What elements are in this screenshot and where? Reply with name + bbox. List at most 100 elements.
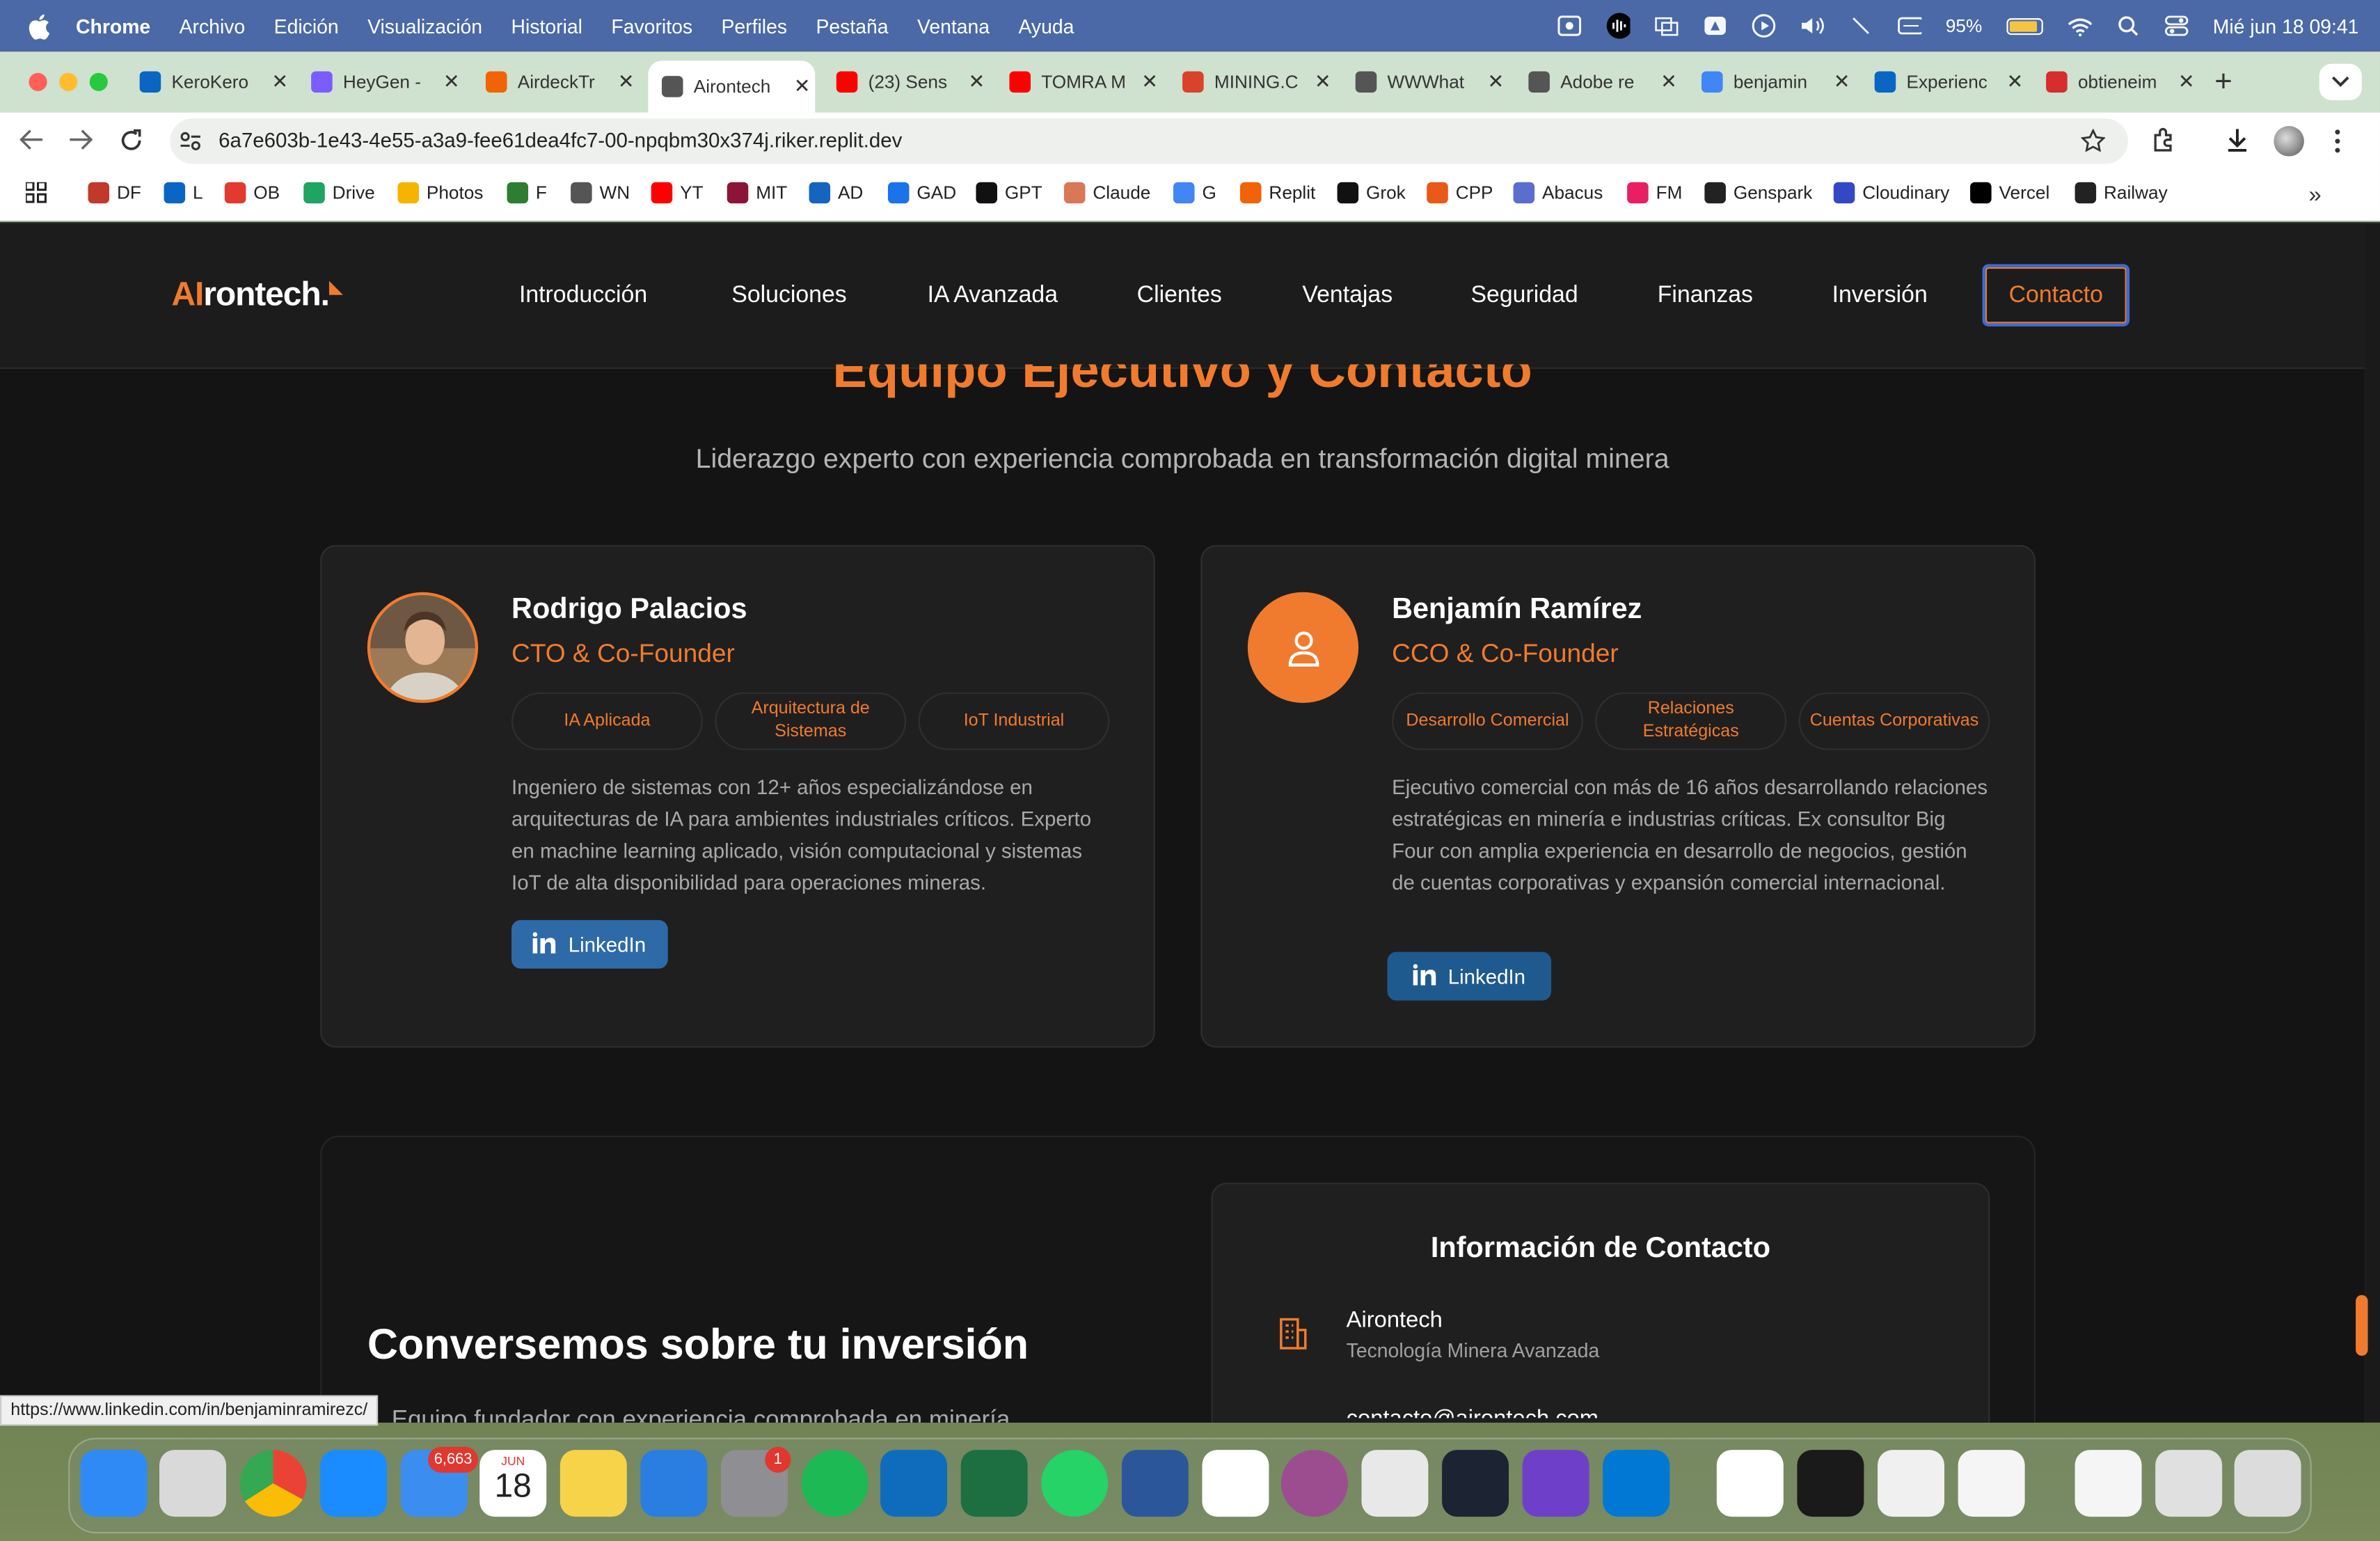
close-tab-icon[interactable]: ✕ [1834,70,1850,94]
bluetooth-off-icon[interactable] [1848,15,1873,37]
menu-edicion[interactable]: Edición [274,15,339,38]
screen-share-icon[interactable] [1557,15,1581,37]
tab-search-button[interactable] [2319,63,2362,100]
screenshot-icon[interactable] [2155,1450,2223,1517]
bookmark-ad[interactable]: AD [809,182,863,204]
calendar-icon[interactable]: JUN 18 [479,1450,547,1517]
tab-benjamin[interactable]: benjamin ✕ [1701,61,1850,103]
nav-seguridad[interactable]: Seguridad [1471,283,1578,310]
page-scrollbar[interactable] [2365,223,2380,1423]
bookmark-ob[interactable]: OB [224,182,280,204]
trash-icon[interactable] [2234,1450,2301,1517]
nav-ia-avanzada[interactable]: IA Avanzada [928,283,1058,310]
finder-icon[interactable] [80,1450,148,1517]
bookmark-gad[interactable]: GAD [887,182,956,204]
close-tab-icon[interactable]: ✕ [1660,70,1677,94]
webex-icon[interactable] [1797,1450,1864,1517]
tab-wwwhat[interactable]: WWWhat ✕ [1355,61,1504,103]
bookmark-f[interactable]: F [507,182,547,204]
tab-kerokero[interactable]: KeroKero ✕ [139,61,288,103]
nav-introduccion[interactable]: Introducción [519,283,647,310]
apps-grid-icon[interactable] [24,181,47,211]
menu-favoritos[interactable]: Favoritos [611,15,692,38]
textedit-icon[interactable] [1958,1450,2025,1517]
nav-finanzas[interactable]: Finanzas [1658,283,1753,310]
menu-historial[interactable]: Historial [511,15,582,38]
wifi-icon[interactable] [2067,15,2092,37]
profile-avatar[interactable] [2274,126,2304,157]
nav-ventajas[interactable]: Ventajas [1302,283,1393,310]
apple-icon[interactable] [26,13,51,39]
menu-app-name[interactable]: Chrome [76,15,150,38]
iphone-mirroring-icon[interactable] [1361,1450,1429,1517]
tab-obtieneim[interactable]: obtieneim ✕ [2046,61,2195,103]
chrome-menu-icon[interactable] [2333,129,2342,161]
menu-visualizacion[interactable]: Visualización [367,15,482,38]
tab-mining-c[interactable]: MINING.C ✕ [1182,61,1331,103]
replit-icon[interactable] [1442,1450,1509,1517]
site-logo[interactable]: AIrontech.◣ [171,275,343,315]
zoom-window-button[interactable] [89,72,108,91]
nav-contacto-button[interactable]: Contacto [1982,264,2130,326]
close-tab-icon[interactable]: ✕ [794,74,811,99]
word-icon[interactable] [1121,1450,1189,1517]
bookmark-yt[interactable]: YT [651,182,704,204]
tab-experienc[interactable]: Experienc ✕ [1874,61,2023,103]
display-mirror-icon[interactable] [1654,15,1679,37]
keyboard-input-icon[interactable] [1897,15,1921,37]
tab-airontech[interactable]: Airontech ✕ [648,61,816,113]
forward-icon[interactable] [68,129,93,157]
github-desktop-icon[interactable] [1522,1450,1589,1517]
txt-document-icon[interactable] [2074,1450,2142,1517]
bookmark-l[interactable]: L [164,182,203,204]
reload-icon[interactable] [120,129,143,159]
tab-heygen[interactable]: HeyGen - ✕ [311,61,460,103]
more-bookmarks-icon[interactable]: » [2308,182,2321,208]
bookmark-claude[interactable]: Claude [1063,182,1150,204]
nav-inversion[interactable]: Inversión [1832,283,1928,310]
bookmark-drive[interactable]: Drive [303,182,375,204]
menu-ayuda[interactable]: Ayuda [1018,15,1074,38]
bookmark-railway[interactable]: Railway [2074,182,2168,204]
bookmark-abacus[interactable]: Abacus [1513,182,1603,204]
menu-pestana[interactable]: Pestaña [816,15,888,38]
minimize-window-button[interactable] [59,72,78,91]
audio-wave-icon[interactable] [1605,13,1631,39]
app-store-installer-icon[interactable] [1878,1450,1945,1517]
menu-ventana[interactable]: Ventana [917,15,990,38]
tab-23-sens[interactable]: (23) Sens ✕ [836,61,985,103]
linkedin-button[interactable]: LinkedIn [511,919,668,969]
volume-icon[interactable] [1800,15,1824,37]
bookmark-cloudinary[interactable]: Cloudinary [1833,182,1949,204]
bookmark-g[interactable]: G [1173,182,1216,204]
menu-archivo[interactable]: Archivo [180,15,246,38]
bookmark-mit[interactable]: MIT [727,182,787,204]
drive-sync-icon[interactable] [1703,15,1727,37]
notion-icon[interactable] [1716,1450,1784,1517]
close-tab-icon[interactable]: ✕ [1487,70,1504,94]
close-tab-icon[interactable]: ✕ [2178,70,2195,94]
screen-recorder-icon[interactable] [1280,1450,1348,1517]
calendar-31-icon[interactable] [1202,1450,1269,1517]
new-tab-button[interactable]: + [2214,65,2232,100]
bookmark-cpp[interactable]: CPP [1427,182,1493,204]
site-info-icon[interactable] [179,131,202,159]
outlook-icon[interactable] [880,1450,948,1517]
close-tab-icon[interactable]: ✕ [443,70,460,94]
whatsapp-icon[interactable] [1041,1450,1109,1517]
keynote-icon[interactable] [640,1450,708,1517]
bookmark-fm[interactable]: FM [1627,182,1682,204]
close-tab-icon[interactable]: ✕ [1141,70,1158,94]
close-tab-icon[interactable]: ✕ [2006,70,2023,94]
scrollbar-thumb[interactable] [2356,1295,2368,1356]
linkedin-button[interactable]: LinkedIn [1387,951,1552,1001]
nav-soluciones[interactable]: Soluciones [731,283,846,310]
tab-airdecktr[interactable]: AirdeckTr ✕ [485,61,635,103]
bookmark-genspark[interactable]: Genspark [1704,182,1812,204]
close-tab-icon[interactable]: ✕ [271,70,288,94]
menu-perfiles[interactable]: Perfiles [721,15,787,38]
excel-icon[interactable] [960,1450,1028,1517]
bookmark-gpt[interactable]: GPT [976,182,1042,204]
bookmark-wn[interactable]: WN [571,182,630,204]
battery-icon[interactable] [2006,17,2043,35]
